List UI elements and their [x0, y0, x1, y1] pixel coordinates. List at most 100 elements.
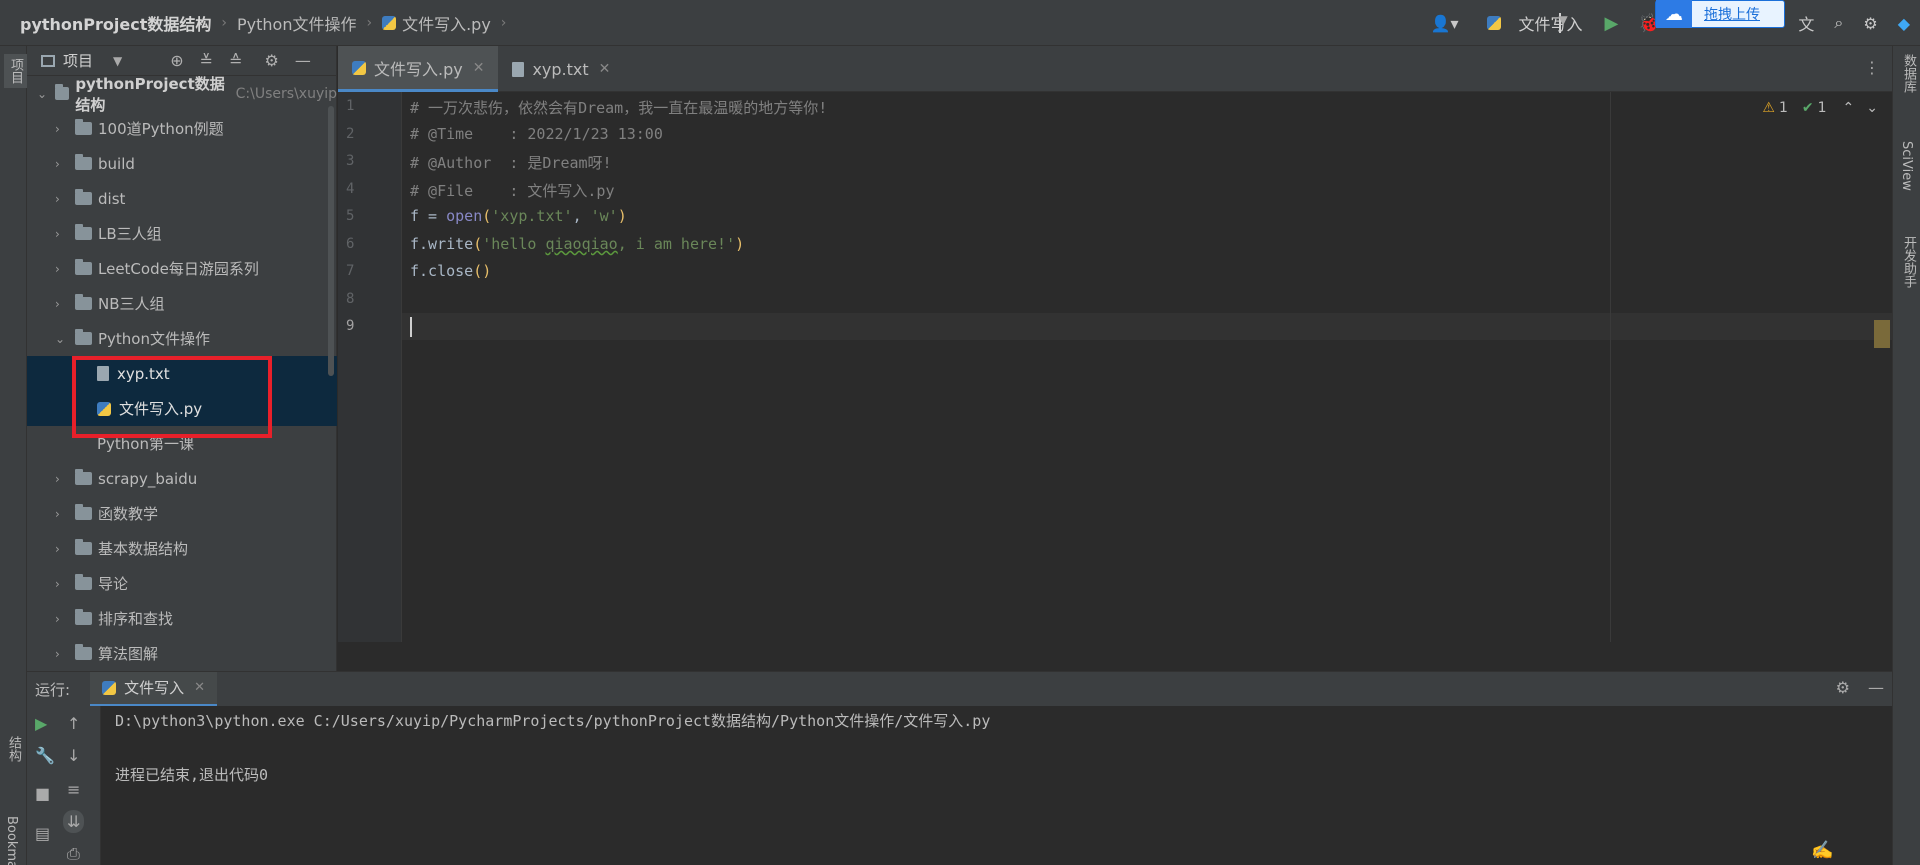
tree-item-folder[interactable]: › build: [27, 146, 337, 181]
tree-item-folder[interactable]: › LB三人组: [27, 216, 337, 251]
code-editor[interactable]: 1 2 3 4 5 6 7 8 9 # 一万次悲伤，依然会有Dream，我一直在…: [338, 92, 1892, 642]
tree-item-folder[interactable]: › 算法图解: [27, 636, 337, 671]
line-number-gutter: 1 2 3 4 5 6 7 8 9: [338, 92, 402, 642]
collapse-all-icon[interactable]: ≙: [229, 51, 242, 70]
run-header-actions: ⚙ —: [1818, 678, 1884, 697]
breadcrumb-separator: ›: [366, 14, 373, 31]
folder-icon: [75, 224, 92, 240]
chevron-right-icon: ›: [55, 226, 60, 241]
chevron-right-icon: ›: [55, 506, 60, 521]
tree-item-folder[interactable]: › NB三人组: [27, 286, 337, 321]
sciview-tool-tab[interactable]: SciView: [1899, 141, 1914, 191]
layout-icon[interactable]: ▤: [35, 824, 50, 843]
tab-file-txt[interactable]: xyp.txt ✕: [498, 46, 624, 92]
chevron-up-icon[interactable]: ⌃: [1843, 100, 1855, 116]
translate-icon[interactable]: 文: [1798, 11, 1814, 35]
tree-item-folder[interactable]: › 基本数据结构: [27, 531, 337, 566]
upload-widget[interactable]: ☁ 拖拽上传: [1655, 0, 1785, 28]
project-toolbar: 项目 ▼ ⊕ ≚ ≙ ⚙ —: [27, 46, 336, 76]
project-panel: 项目 ▼ ⊕ ≚ ≙ ⚙ — ⌄ pythonProject数据结构 C:\Us…: [27, 46, 337, 671]
stop-icon[interactable]: ■: [35, 784, 50, 803]
tree-item-folder[interactable]: › scrapy_baidu: [27, 461, 337, 496]
gear-icon[interactable]: ⚙: [264, 51, 278, 70]
more-options-icon[interactable]: ⋮: [1864, 58, 1880, 77]
search-icon[interactable]: ⌕: [1834, 13, 1843, 33]
close-icon[interactable]: ✕: [473, 60, 485, 76]
tree-item-label: 算法图解: [98, 645, 159, 663]
chevron-down-icon: ⌄: [55, 331, 66, 346]
run-config-select[interactable]: 文件写入 ▼: [1519, 11, 1583, 35]
gear-icon[interactable]: ⚙: [1836, 678, 1850, 697]
structure-tool-tab[interactable]: 结构: [4, 736, 23, 762]
console-line: 进程已结束,退出代码0: [115, 766, 269, 784]
cloud-icon: ☁: [1656, 0, 1692, 28]
inspection-widget[interactable]: ⚠ 1 ✔ 1 ⌃ ⌄: [1762, 100, 1878, 116]
run-icon[interactable]: ▶: [1605, 13, 1619, 34]
arrow-up-icon[interactable]: ↑: [67, 714, 80, 733]
tree-item-label: LeetCode每日游园系列: [98, 260, 259, 278]
code-token: f.close: [410, 262, 474, 280]
tree-item-folder[interactable]: › LeetCode每日游园系列: [27, 251, 337, 286]
close-icon[interactable]: ✕: [194, 680, 205, 695]
chevron-down-icon: ▼: [113, 53, 123, 68]
console-line: D:\python3\python.exe C:/Users/xuyip/Pyc…: [115, 712, 991, 730]
tree-item-label: build: [98, 154, 135, 173]
scrollbar-marker[interactable]: [1874, 320, 1890, 348]
breadcrumb-separator: ›: [500, 14, 507, 31]
tree-scrollbar[interactable]: [328, 106, 334, 376]
toolbox-icon[interactable]: ◆: [1898, 14, 1910, 33]
locate-icon[interactable]: ⊕: [170, 51, 183, 70]
minimize-icon[interactable]: —: [1868, 678, 1884, 697]
breadcrumb-project[interactable]: pythonProject数据结构: [20, 11, 211, 35]
run-console[interactable]: D:\python3\python.exe C:/Users/xuyip/Pyc…: [101, 706, 1892, 865]
check-icon: ✔: [1801, 100, 1814, 116]
text-caret: [410, 317, 412, 337]
project-tool-tab[interactable]: 项目: [4, 54, 27, 88]
tree-item-folder-expanded[interactable]: ⌄ Python文件操作: [27, 321, 337, 356]
scroll-to-end-icon[interactable]: ⇊: [63, 810, 85, 833]
tree-item-folder[interactable]: › 函数教学: [27, 496, 337, 531]
minimize-icon[interactable]: —: [295, 51, 311, 70]
wrench-icon[interactable]: 🔧: [35, 746, 55, 765]
tree-item-folder[interactable]: › dist: [27, 181, 337, 216]
editor-tab-bar: 文件写入.py ✕ xyp.txt ✕ ⋮: [338, 46, 1892, 92]
chevron-right-icon: ›: [55, 121, 60, 136]
dev-assistant-tool-tab[interactable]: 开发助手: [1899, 236, 1918, 288]
tree-item-label: 100道Python例题: [98, 120, 224, 138]
breadcrumb-folder[interactable]: Python文件操作: [237, 11, 356, 35]
folder-icon: [75, 609, 92, 625]
database-tool-tab[interactable]: 数据库: [1899, 54, 1918, 93]
chevron-right-icon: ›: [55, 261, 60, 276]
gear-icon[interactable]: ⚙: [1863, 14, 1877, 33]
text-file-icon: [512, 61, 525, 77]
tab-file-py[interactable]: 文件写入.py ✕: [338, 46, 499, 92]
tree-root[interactable]: ⌄ pythonProject数据结构 C:\Users\xuyip: [27, 75, 338, 114]
chevron-down-icon[interactable]: ⌄: [1866, 100, 1878, 116]
expand-all-icon[interactable]: ≚: [200, 51, 213, 70]
project-title: 项目: [63, 52, 94, 70]
soft-wrap-icon[interactable]: ≡: [67, 780, 80, 799]
code-line: f.write('hello qiaoqiao, i am here!'): [410, 235, 744, 253]
rerun-icon[interactable]: ▶: [35, 714, 47, 733]
run-tab[interactable]: 文件写入 ✕: [90, 671, 217, 707]
close-icon[interactable]: ✕: [599, 61, 611, 77]
tree-root-path: C:\Users\xuyip: [235, 85, 338, 102]
current-line-highlight: [402, 313, 1892, 340]
folder-icon: [75, 644, 92, 660]
warning-icon: ⚠: [1762, 100, 1775, 116]
tree-item-folder[interactable]: › 排序和查找: [27, 601, 337, 636]
breadcrumb-file[interactable]: 文件写入.py: [382, 11, 491, 35]
bookmarks-tool-tab[interactable]: Bookmarks: [4, 816, 19, 865]
tree-item-folder[interactable]: › 100道Python例题: [27, 111, 337, 146]
tree-root-label: pythonProject数据结构: [75, 74, 225, 114]
tree-item-folder[interactable]: › 导论: [27, 566, 337, 601]
tree-item-label: dist: [98, 189, 126, 208]
line-number: 4: [346, 181, 355, 197]
line-number: 7: [346, 263, 355, 279]
arrow-down-icon[interactable]: ↓: [67, 746, 80, 765]
project-view-select[interactable]: 项目 ▼: [41, 50, 122, 71]
chevron-right-icon: ›: [55, 611, 60, 626]
print-icon[interactable]: ⎙: [67, 844, 80, 864]
user-icon[interactable]: 👤▾: [1431, 14, 1459, 33]
left-tool-stripe: 项目 结构 Bookmarks: [0, 46, 27, 865]
